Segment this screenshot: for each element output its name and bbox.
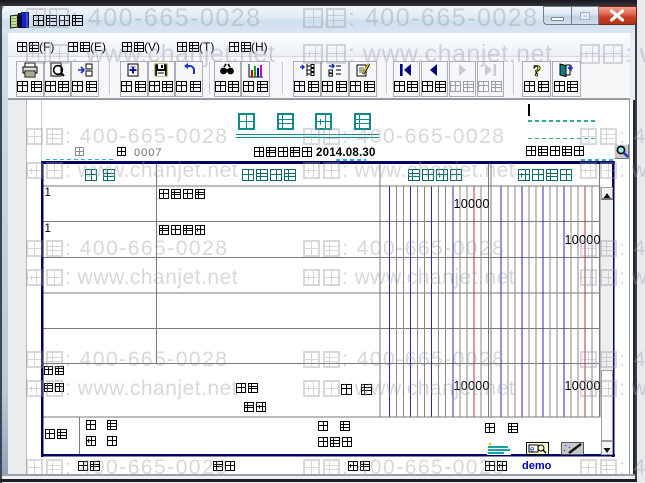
svg-text:e: e xyxy=(530,445,535,454)
svg-text:?: ? xyxy=(533,63,541,78)
